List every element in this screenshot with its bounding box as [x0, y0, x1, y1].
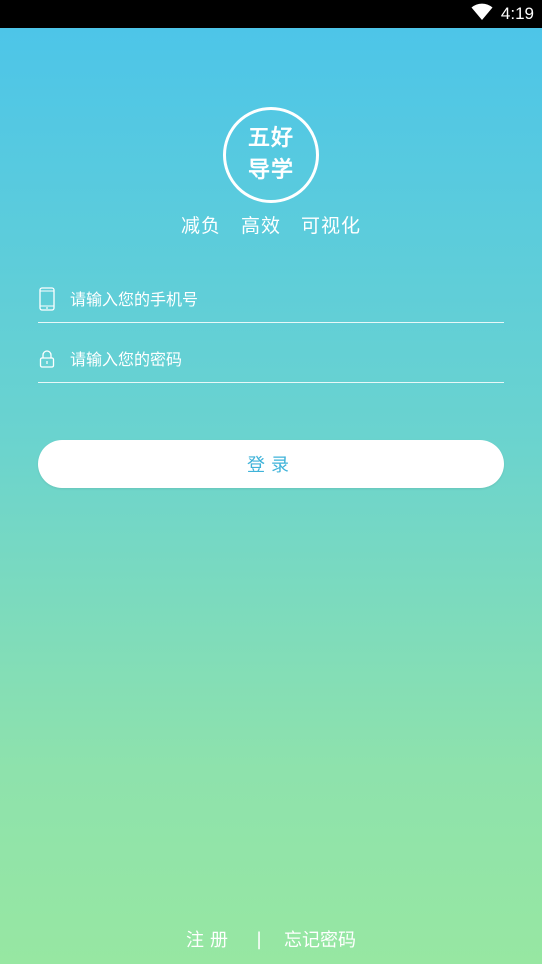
- tagline-item: 可视化: [301, 215, 362, 237]
- login-button[interactable]: 登录: [38, 440, 504, 488]
- password-input[interactable]: [70, 344, 490, 374]
- tagline-item: 高效: [240, 215, 281, 237]
- status-time: 4:19: [500, 4, 534, 23]
- register-link[interactable]: 注册: [186, 926, 234, 952]
- phone-field: [38, 278, 504, 323]
- tagline: 减负 高效 可视化: [0, 211, 542, 238]
- app-logo: 五好 导学: [223, 107, 319, 203]
- phone-input[interactable]: [70, 284, 490, 314]
- footer-separator: |: [255, 928, 263, 950]
- tagline-item: 减负: [180, 215, 221, 237]
- lock-icon: [38, 346, 56, 372]
- status-icons: 4:19: [471, 2, 534, 26]
- status-bar: 4:19: [0, 0, 542, 28]
- login-screen: 4:19 五好 导学 减负 高效 可视化 请输入您的手机号 登录 注册 | 忘记…: [0, 0, 542, 964]
- footer-links: 注册 | 忘记密码: [0, 926, 542, 952]
- phone-icon: [38, 286, 56, 312]
- forgot-password-link[interactable]: 忘记密码: [284, 926, 356, 952]
- logo-line-2: 导学: [247, 158, 294, 183]
- wifi-icon: [471, 3, 493, 25]
- password-field: [38, 338, 504, 383]
- logo-line-1: 五好: [247, 126, 294, 151]
